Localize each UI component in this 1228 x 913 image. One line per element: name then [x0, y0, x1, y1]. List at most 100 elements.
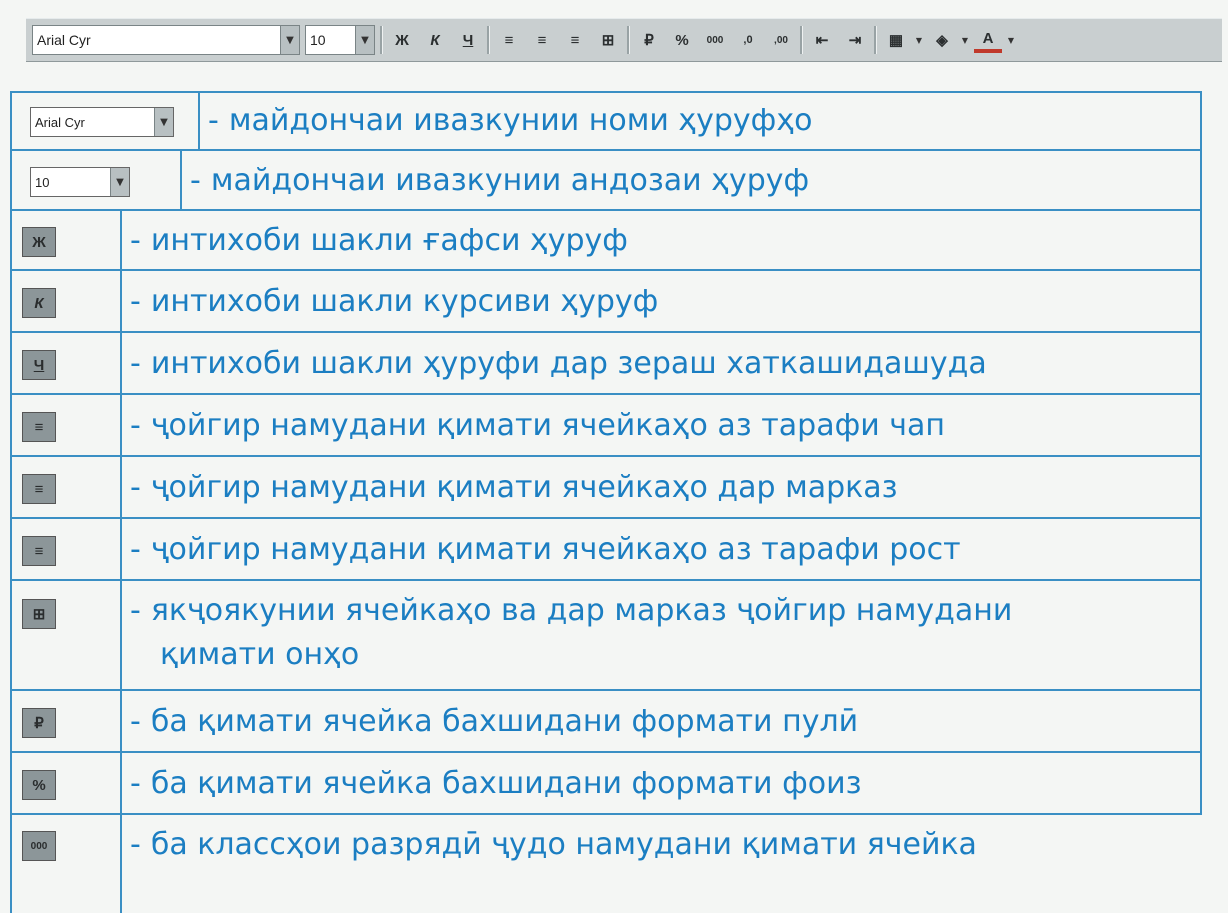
legend-description: - ҷойгир намудани қимати ячейкаҳо дар мар…: [130, 470, 898, 505]
increase-decimal-button[interactable]: ,0: [734, 26, 762, 54]
toolbar-separator: [800, 26, 803, 54]
bold-button[interactable]: Ж: [388, 26, 416, 54]
align-left-icon: ≡: [504, 31, 514, 49]
chevron-down-icon: ▼: [154, 108, 173, 136]
toolbar-separator: [627, 26, 630, 54]
legend-row: К - интихоби шакли курсиви ҳуруф: [12, 269, 1202, 331]
thousands-separator-icon: 000: [706, 34, 724, 46]
toolbar-separator: [380, 26, 383, 54]
align-center-button[interactable]: ≡: [528, 26, 556, 54]
toolbar-legend: Arial Cyr ▼ - майдончаи ивазкунии номи ҳу…: [10, 91, 1204, 913]
legend-description: - интихоби шакли курсиви ҳуруф: [130, 284, 659, 319]
row-divider: [198, 93, 200, 149]
chevron-down-icon[interactable]: ▼: [280, 26, 299, 54]
merge-center-button[interactable]: ⊞: [594, 26, 622, 54]
chevron-down-icon[interactable]: ▼: [915, 26, 923, 54]
row-divider: [120, 815, 122, 913]
italic-icon: К: [430, 31, 440, 49]
row-divider: [120, 691, 122, 751]
row-divider: [120, 519, 122, 579]
decrease-indent-icon: ⇤: [815, 32, 829, 49]
legend-description: - интихоби шакли ҳуруфи дар зераш хаткаши…: [130, 346, 987, 381]
italic-icon: К: [22, 288, 56, 318]
font-size-combo: 10 ▼: [30, 167, 130, 197]
legend-description: - ба классҳои разрядӣ ҷудо намудани қимат…: [130, 827, 977, 862]
chevron-down-icon: ▼: [110, 168, 129, 196]
legend-description-continued: қимати онҳо: [160, 637, 360, 672]
increase-decimal-icon: ,0: [743, 34, 753, 46]
align-center-icon: ≡: [22, 474, 56, 504]
currency-icon: ₽: [644, 32, 654, 49]
legend-row: Arial Cyr ▼ - майдончаи ивазкунии номи ҳу…: [12, 91, 1202, 149]
borders-icon: ▦: [888, 32, 904, 49]
row-divider: [120, 333, 122, 393]
legend-row: Ч - интихоби шакли ҳуруфи дар зераш хатка…: [12, 331, 1202, 393]
decrease-decimal-icon: ,00: [774, 34, 788, 46]
toolbar-separator: [874, 26, 877, 54]
percent-icon: %: [675, 31, 689, 49]
legend-row: Ж - интихоби шакли ғафси ҳуруф: [12, 209, 1202, 269]
font-name-value: Arial Cyr: [37, 32, 91, 48]
legend-row: % - ба қимати ячейка бахшидани формати фо…: [12, 751, 1202, 813]
underline-icon: Ч: [462, 31, 474, 49]
formatting-toolbar: Arial Cyr ▼ 10 ▼ Ж К Ч ≡ ≡ ≡ ⊞ ₽ % 000 ,…: [26, 18, 1222, 62]
merge-center-icon: ⊞: [22, 599, 56, 629]
percent-icon: %: [22, 770, 56, 800]
toolbar-separator: [487, 26, 490, 54]
font-name-value: Arial Cyr: [35, 114, 85, 130]
font-size-combo[interactable]: 10 ▼: [305, 25, 375, 55]
row-divider: [120, 395, 122, 455]
thousands-separator-button[interactable]: 000: [701, 26, 729, 54]
legend-row: 000 - ба классҳои разрядӣ ҷудо намудани қ…: [12, 813, 1202, 913]
fill-color-button[interactable]: ◈: [928, 26, 956, 54]
row-divider: [120, 581, 122, 689]
align-right-button[interactable]: ≡: [561, 26, 589, 54]
legend-description: - ба қимати ячейка бахшидани формати фоиз: [130, 766, 862, 801]
align-right-icon: ≡: [22, 536, 56, 566]
fill-color-icon: ◈: [936, 32, 948, 49]
chevron-down-icon[interactable]: ▼: [355, 26, 374, 54]
bold-icon: Ж: [22, 227, 56, 257]
align-right-icon: ≡: [570, 31, 580, 49]
increase-indent-button[interactable]: ⇥: [841, 26, 869, 54]
legend-description: - ба қимати ячейка бахшидани формати пулӣ: [130, 704, 859, 739]
legend-description: - ҷойгир намудани қимати ячейкаҳо аз тара…: [130, 532, 961, 567]
borders-button[interactable]: ▦: [882, 26, 910, 54]
align-center-icon: ≡: [537, 31, 547, 49]
currency-button[interactable]: ₽: [635, 26, 663, 54]
legend-description: - майдончаи ивазкунии андозаи ҳуруф: [190, 163, 810, 198]
increase-indent-icon: ⇥: [848, 32, 862, 49]
legend-row: ≡ - ҷойгир намудани қимати ячейкаҳо аз та…: [12, 393, 1202, 455]
row-divider: [180, 151, 182, 209]
row-divider: [120, 211, 122, 269]
italic-button[interactable]: К: [421, 26, 449, 54]
merge-center-icon: ⊞: [601, 32, 615, 49]
chevron-down-icon[interactable]: ▼: [961, 26, 969, 54]
legend-row: ≡ - ҷойгир намудани қимати ячейкаҳо аз та…: [12, 517, 1202, 579]
underline-button[interactable]: Ч: [454, 26, 482, 54]
font-size-value: 10: [35, 174, 50, 190]
legend-description: - интихоби шакли ғафси ҳуруф: [130, 223, 628, 258]
bold-icon: Ж: [395, 31, 409, 49]
legend-description: - ҷойгир намудани қимати ячейкаҳо аз тара…: [130, 408, 945, 443]
legend-row: 10 ▼ - майдончаи ивазкунии андозаи ҳуруф: [12, 149, 1202, 209]
decrease-indent-button[interactable]: ⇤: [808, 26, 836, 54]
legend-description: - якҷоякунии ячейкаҳо ва дар марказ ҷойги…: [130, 593, 1013, 628]
currency-icon: ₽: [22, 708, 56, 738]
font-color-icon: A: [982, 29, 994, 47]
legend-row: ⊞ - якҷоякунии ячейкаҳо ва дар марказ ҷой…: [12, 579, 1202, 689]
font-name-combo[interactable]: Arial Cyr ▼: [32, 25, 300, 55]
thousands-separator-icon: 000: [22, 831, 56, 861]
underline-icon: Ч: [22, 350, 56, 380]
decrease-decimal-button[interactable]: ,00: [767, 26, 795, 54]
font-name-combo: Arial Cyr ▼: [30, 107, 174, 137]
font-size-value: 10: [310, 32, 326, 48]
row-divider: [120, 271, 122, 331]
align-left-icon: ≡: [22, 412, 56, 442]
row-divider: [120, 753, 122, 813]
percent-button[interactable]: %: [668, 26, 696, 54]
chevron-down-icon[interactable]: ▼: [1007, 26, 1015, 54]
align-left-button[interactable]: ≡: [495, 26, 523, 54]
legend-row: ₽ - ба қимати ячейка бахшидани формати пу…: [12, 689, 1202, 751]
font-color-button[interactable]: A: [974, 27, 1002, 53]
